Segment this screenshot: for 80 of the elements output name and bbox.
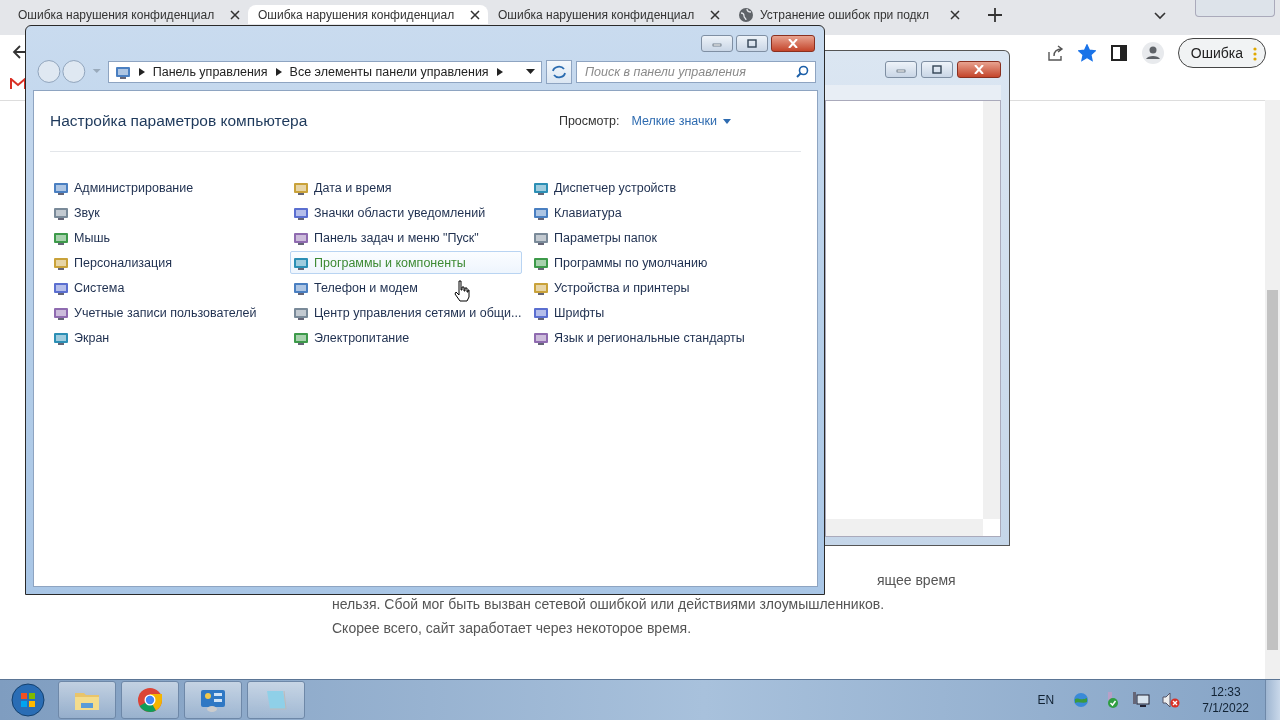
control-panel-item[interactable]: Клавиатура: [530, 201, 762, 224]
scrollbar[interactable]: [1265, 100, 1280, 680]
browser-tab[interactable]: Ошибка нарушения конфиденциал: [488, 5, 728, 24]
chevron-icon[interactable]: [496, 67, 503, 76]
chrome-icon: [135, 685, 165, 715]
share-icon[interactable]: [1045, 43, 1064, 62]
browser-tab[interactable]: Устранение ошибок при подкл: [728, 5, 968, 24]
clock[interactable]: 12:33 7/1/2022: [1202, 684, 1249, 716]
chrome-taskbar-button[interactable]: [121, 681, 179, 719]
close-button[interactable]: [957, 61, 1001, 78]
scrollbar[interactable]: [983, 101, 1000, 519]
caret-icon: [723, 118, 731, 124]
chevron-icon[interactable]: [1154, 12, 1166, 20]
language-indicator[interactable]: EN: [1037, 693, 1055, 707]
minimize-button[interactable]: [885, 61, 917, 78]
page-text: ящее время: [876, 571, 956, 590]
chevron-icon: [275, 67, 282, 76]
control-panel-item[interactable]: Персонализация: [50, 251, 282, 274]
page-text: нельзя. Сбой мог быть вызван сетевой ошибкой или действиями злоумышленников.: [332, 595, 886, 614]
close-icon: [973, 65, 985, 74]
dropdown-icon[interactable]: [526, 67, 535, 76]
page-text: Скорее всего, сайт заработает через некоторое время.: [332, 619, 693, 638]
minimize-button[interactable]: [701, 35, 733, 52]
control-panel-taskbar-button[interactable]: [184, 681, 242, 719]
breadcrumb[interactable]: Панель управления: [152, 64, 268, 79]
chevron-icon: [138, 67, 145, 76]
control-panel-item[interactable]: Электропитание: [290, 326, 522, 349]
profile-icon[interactable]: [1141, 41, 1164, 64]
view-mode-dropdown[interactable]: Мелкие значки: [631, 114, 731, 128]
maximize-button[interactable]: [736, 35, 768, 52]
maximize-icon: [746, 39, 758, 48]
control-panel-item[interactable]: Значки области уведомлений: [290, 201, 522, 224]
maximize-icon: [931, 65, 943, 74]
breadcrumb[interactable]: Все элементы панели управления: [289, 64, 489, 79]
close-icon[interactable]: [470, 9, 480, 20]
refresh-button[interactable]: [546, 59, 572, 84]
browser-tab[interactable]: Ошибка нарушения конфиденциал: [8, 5, 248, 24]
control-panel-item[interactable]: Программы по умолчанию: [530, 251, 762, 274]
search-field[interactable]: Поиск в панели управления: [575, 60, 816, 83]
star-icon[interactable]: [1077, 43, 1096, 62]
back-icon[interactable]: [12, 44, 28, 60]
control-panel-item[interactable]: Шрифты: [530, 301, 762, 324]
control-panel-item[interactable]: Диспетчер устройств: [530, 176, 762, 199]
control-panel-item[interactable]: Экран: [50, 326, 282, 349]
page-heading: Настройка параметров компьютера: [50, 112, 309, 130]
control-panel-item[interactable]: Панель задач и меню "Пуск": [290, 226, 522, 249]
profile-button[interactable]: Ошибка: [1177, 37, 1266, 68]
hand-cursor-icon: [454, 280, 470, 302]
control-panel-item[interactable]: Язык и региональные стандарты: [530, 326, 762, 349]
control-panel-item[interactable]: Учетные записи пользователей: [50, 301, 282, 324]
mail-icon[interactable]: [10, 78, 26, 90]
refresh-icon: [550, 64, 567, 79]
folder-taskbar-button[interactable]: [58, 681, 116, 719]
control-panel-item[interactable]: Программы и компоненты: [290, 251, 522, 274]
close-icon[interactable]: [710, 9, 720, 20]
close-button[interactable]: [771, 35, 815, 52]
address-bar[interactable]: Панель управления Все элементы панели управления: [107, 60, 542, 83]
scrollbar[interactable]: [826, 519, 983, 536]
control-panel-item[interactable]: Параметры папок: [530, 226, 762, 249]
control-panel-item[interactable]: Дата и время: [290, 176, 522, 199]
control-panel-item[interactable]: Администрирование: [50, 176, 282, 199]
network-icon[interactable]: [1132, 691, 1151, 709]
side-panel-icon[interactable]: [1109, 43, 1128, 62]
view-label: Просмотр:: [558, 114, 620, 128]
control-panel-item[interactable]: Центр управления сетями и общи...: [290, 301, 522, 324]
start-button[interactable]: [8, 682, 48, 718]
muted-speaker-icon[interactable]: [1162, 691, 1181, 709]
close-icon[interactable]: [950, 9, 960, 20]
browser-tab[interactable]: Ошибка нарушения конфиденциал: [248, 5, 488, 24]
control-panel-item[interactable]: Система: [50, 276, 282, 299]
control-panel-item[interactable]: Устройства и принтеры: [530, 276, 762, 299]
control-panel-item[interactable]: Звук: [50, 201, 282, 224]
search-icon[interactable]: [796, 65, 809, 78]
globe-icon: [738, 6, 754, 23]
maximize-button[interactable]: [921, 61, 953, 78]
new-tab-icon[interactable]: [988, 8, 1002, 22]
control-panel-item[interactable]: Телефон и модем: [290, 276, 522, 299]
close-icon: [787, 39, 799, 48]
close-icon[interactable]: [230, 9, 240, 20]
control-panel-item[interactable]: Мышь: [50, 226, 282, 249]
